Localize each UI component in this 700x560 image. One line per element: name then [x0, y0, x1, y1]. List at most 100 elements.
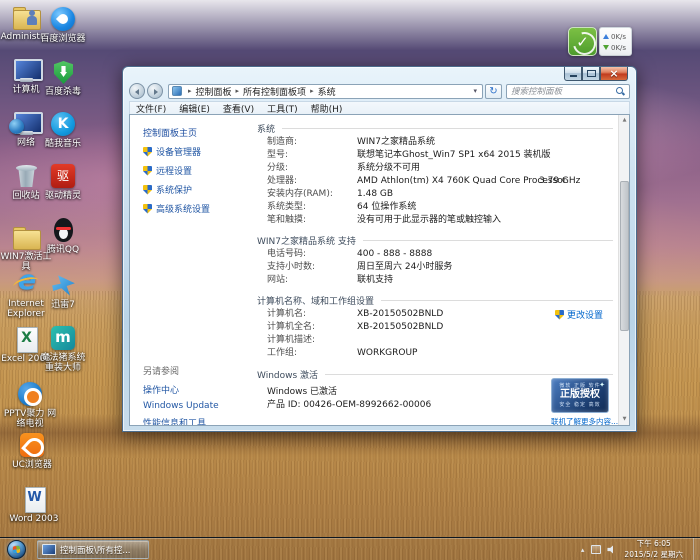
- desktop-icon-uc-browser[interactable]: UC浏览器: [5, 432, 59, 470]
- scroll-up-arrow-icon[interactable]: ▲: [619, 115, 630, 126]
- clock-date: 2015/5/2 星期六: [624, 550, 683, 560]
- show-desktop-button[interactable]: [693, 538, 700, 560]
- desktop-icon-tencent-qq[interactable]: 腾讯QQ: [36, 217, 90, 255]
- security-check-icon[interactable]: [568, 27, 597, 56]
- sidebar-item-system-protection[interactable]: 系统保护: [143, 183, 247, 196]
- sidebar-item-advanced-settings[interactable]: 高级系统设置: [143, 202, 247, 215]
- field-value: 1.48 GB: [357, 188, 393, 201]
- music-circle-icon: [51, 112, 75, 136]
- menu-help[interactable]: 帮助(H): [311, 102, 343, 115]
- mofazhu-icon: [46, 325, 80, 352]
- sidebar-item-label: 远程设置: [156, 164, 192, 177]
- desktop-icon-driver-genius[interactable]: 驱动精灵: [36, 163, 90, 201]
- desktop-icon-mofazhu[interactable]: 魔法猪系统 重装大师: [36, 325, 90, 373]
- download-speed: 0K/s: [611, 44, 626, 52]
- search-icon[interactable]: [616, 87, 625, 96]
- upload-arrow-icon: [603, 34, 609, 39]
- desktop-icon-label: UC浏览器: [5, 460, 59, 470]
- desktop-icon-kuwo-music[interactable]: 酷我音乐: [36, 111, 90, 149]
- scroll-down-arrow-icon[interactable]: ▼: [619, 414, 630, 425]
- menu-file[interactable]: 文件(F): [136, 102, 166, 115]
- divider: [282, 128, 613, 129]
- close-button[interactable]: [600, 67, 628, 81]
- sidebar-item-performance-tools[interactable]: 性能信息和工具: [143, 416, 219, 426]
- field-value: WORKGROUP: [357, 347, 417, 360]
- menu-tools[interactable]: 工具(T): [267, 102, 298, 115]
- thunder-bird-icon: [46, 272, 80, 299]
- breadcrumb[interactable]: ▸ 控制面板 ▸ 所有控制面板项 ▸ 系统 ▾: [168, 84, 483, 99]
- breadcrumb-arrow-icon: ▸: [236, 87, 240, 95]
- field-value: XB-20150502BNLD: [357, 321, 443, 334]
- breadcrumb-arrow-icon: ▸: [310, 87, 314, 95]
- taskbar-button-label: 控制面板\所有控...: [60, 544, 130, 556]
- network-tray-icon[interactable]: [591, 545, 601, 554]
- qq-penguin-icon: [46, 217, 80, 244]
- sidebar-item-label: 高级系统设置: [156, 202, 210, 215]
- desktop-icon-label: PPTV聚力 网 络电视: [3, 409, 57, 429]
- caption-buttons: [564, 67, 628, 81]
- baidu-browser-icon: [46, 6, 80, 33]
- taskbar-window-button[interactable]: 控制面板\所有控...: [37, 540, 149, 559]
- refresh-button[interactable]: ↻: [485, 84, 502, 99]
- tray-expand-arrow-icon[interactable]: ▴: [581, 546, 585, 554]
- chevron-down-icon[interactable]: ▾: [471, 87, 479, 95]
- search-input[interactable]: 搜索控制面板: [506, 84, 630, 99]
- breadcrumb-item[interactable]: 所有控制面板项: [243, 85, 306, 98]
- activation-status: Windows 已激活: [267, 386, 337, 399]
- scrollbar-thumb[interactable]: [620, 181, 629, 331]
- field-label: 处理器:: [267, 175, 357, 188]
- uc-browser-icon: [15, 432, 49, 459]
- vertical-scrollbar[interactable]: ▲ ▼: [618, 115, 629, 425]
- menu-view[interactable]: 查看(V): [223, 102, 254, 115]
- breadcrumb-item[interactable]: 控制面板: [196, 85, 232, 98]
- product-id: 产品 ID: 00426-OEM-8992662-00006: [267, 399, 431, 412]
- system-window: ▸ 控制面板 ▸ 所有控制面板项 ▸ 系统 ▾ ↻ 搜索控制面板 文件(F) 编…: [122, 66, 637, 432]
- field-label: 系统类型:: [267, 201, 357, 214]
- breadcrumb-item[interactable]: 系统: [318, 85, 336, 98]
- section-support: WIN7之家精品系统 支持 电话号码:400 - 888 - 8888 支持小时…: [257, 234, 613, 287]
- maximize-button[interactable]: [582, 67, 600, 81]
- field-label: 支持小时数:: [267, 261, 357, 274]
- driver-genius-icon: [46, 163, 80, 190]
- sidebar-item-action-center[interactable]: 操作中心: [143, 383, 219, 396]
- sidebar-item-label: 设备管理器: [156, 145, 201, 158]
- desktop-icon-baidu-antivirus[interactable]: 百度杀毒: [36, 59, 90, 97]
- sidebar-item-windows-update[interactable]: Windows Update: [143, 401, 219, 411]
- sidebar-item-control-panel-home[interactable]: 控制面板主页: [143, 126, 247, 139]
- back-button[interactable]: [129, 83, 145, 99]
- menu-edit[interactable]: 编辑(E): [179, 102, 210, 115]
- desktop-icon-pptv[interactable]: PPTV聚力 网 络电视: [3, 381, 57, 429]
- sidebar-item-remote-settings[interactable]: 远程设置: [143, 164, 247, 177]
- desktop-icon-baidu-browser[interactable]: 百度浏览器: [36, 6, 90, 44]
- forward-button[interactable]: [147, 83, 163, 99]
- desktop-icon-label: 驱动精灵: [36, 191, 90, 201]
- section-title: 计算机名称、域和工作组设置: [257, 294, 374, 307]
- desktop-icon-label: 迅雷7: [36, 300, 90, 310]
- taskbar: 控制面板\所有控... ▴ 下午 6:05 2015/5/2 星期六: [0, 537, 700, 560]
- desktop-icon-word-2003[interactable]: Word 2003: [7, 486, 61, 524]
- system-tray: ▴ 下午 6:05 2015/5/2 星期六: [581, 538, 693, 560]
- desktop-icon-label: 百度浏览器: [36, 34, 90, 44]
- volume-tray-icon[interactable]: [607, 545, 616, 554]
- online-support-link[interactable]: 联机支持: [357, 274, 393, 287]
- field-value: 联想笔记本Ghost_Win7 SP1 x64 2015 装机版: [357, 149, 551, 162]
- learn-more-link[interactable]: 联机了解更多内容...: [551, 416, 613, 426]
- field-label: 计算机名:: [267, 308, 357, 321]
- security-speed-widget[interactable]: 0K/s 0K/s: [568, 27, 632, 56]
- rating-unavailable-link[interactable]: 系统分级不可用: [357, 162, 420, 175]
- clock-time: 下午 6:05: [624, 539, 683, 549]
- window-content: 控制面板主页 设备管理器 远程设置 系统保护 高级系统设置: [129, 114, 630, 426]
- divider: [325, 374, 613, 375]
- field-value: 64 位操作系统: [357, 201, 416, 214]
- address-bar: ▸ 控制面板 ▸ 所有控制面板项 ▸ 系统 ▾ ↻ 搜索控制面板: [129, 83, 630, 99]
- see-also-section: 另请参阅 操作中心 Windows Update 性能信息和工具: [143, 364, 219, 426]
- taskbar-clock[interactable]: 下午 6:05 2015/5/2 星期六: [624, 539, 683, 559]
- divider: [363, 240, 613, 241]
- start-button[interactable]: [7, 540, 26, 559]
- minimize-button[interactable]: [564, 67, 582, 81]
- menu-bar: 文件(F) 编辑(E) 查看(V) 工具(T) 帮助(H): [129, 101, 630, 114]
- genuine-windows-badge[interactable]: 微软 正版 软件 正版授权 安全 稳定 高效 ✦: [551, 378, 609, 413]
- field-value: AMD Athlon(tm) X4 760K Quad Core Process…: [357, 175, 566, 188]
- sidebar-item-device-manager[interactable]: 设备管理器: [143, 145, 247, 158]
- desktop-icon-thunder[interactable]: 迅雷7: [36, 272, 90, 310]
